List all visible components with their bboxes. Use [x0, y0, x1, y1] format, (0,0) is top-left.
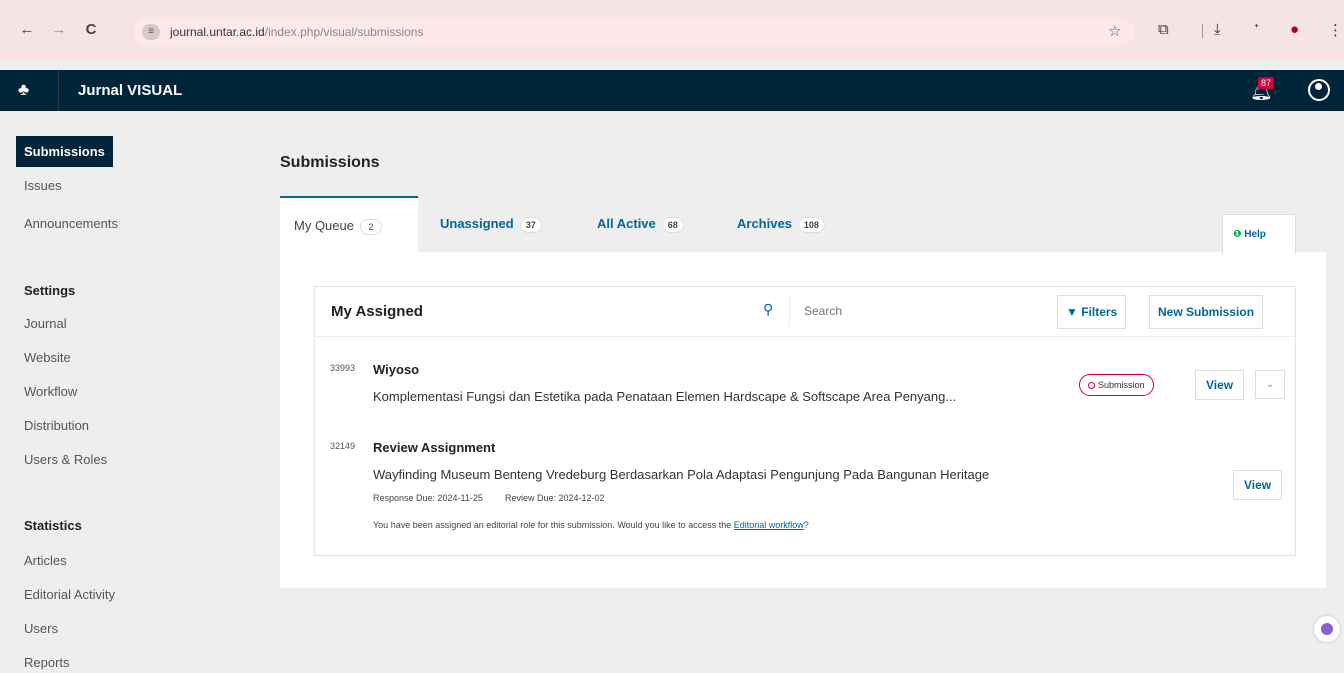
stage-ring-icon — [1088, 382, 1095, 390]
sidebar-item-reports[interactable]: Reports — [24, 655, 70, 670]
tab-count: 68 — [661, 217, 684, 233]
stage-badge: Submission — [1079, 374, 1154, 396]
sidebar-item-workflow[interactable]: Workflow — [24, 384, 77, 399]
browser-toolbar: ← → C ≡ journal.untar.ac.id/index.php/vi… — [0, 0, 1344, 60]
back-button[interactable]: ← — [18, 21, 36, 39]
sidebar-item-articles[interactable]: Articles — [24, 553, 67, 568]
submission-id: 32149 — [330, 441, 356, 451]
sidebar-heading-settings: Settings — [24, 283, 76, 298]
tab-count: 2 — [359, 219, 382, 235]
new-submission-button[interactable]: New Submission — [1149, 295, 1264, 329]
sidebar-item-submissions[interactable]: Submissions — [16, 136, 113, 167]
submission-title: Wayfinding Museum Benteng Vredeburg Berd… — [373, 467, 990, 482]
tab-archives[interactable]: Archives 108 — [737, 196, 825, 252]
search-input[interactable] — [789, 295, 1057, 327]
tab-label: My Queue — [294, 218, 354, 233]
sidebar-item-issues[interactable]: Issues — [24, 178, 62, 193]
list-header: My Assigned ⚲ ▼ Filters New Submission — [315, 287, 1295, 337]
sidebar-item-editorial-activity[interactable]: Editorial Activity — [24, 587, 115, 602]
submission-author: Wiyoso — [373, 362, 420, 377]
sidebar-item-journal[interactable]: Journal — [24, 316, 67, 331]
editorial-notice: You have been assigned an editorial role… — [373, 520, 809, 530]
bookmark-star-icon[interactable]: ☆ — [1108, 22, 1121, 40]
submission-title: Komplementasi Fungsi dan Estetika pada P… — [373, 389, 957, 404]
help-button[interactable]: ❶ Help — [1222, 214, 1296, 254]
notice-text: You have been assigned an editorial role… — [373, 520, 732, 530]
stage-label: Submission — [1098, 380, 1145, 390]
sidebar-item-announcements[interactable]: Announcements — [24, 216, 118, 231]
my-assigned-list: My Assigned ⚲ ▼ Filters New Submission 3… — [314, 286, 1296, 556]
review-due: Review Due: 2024-12-02 — [505, 493, 605, 503]
filters-label: Filters — [1081, 305, 1118, 319]
list-title: My Assigned — [331, 303, 423, 320]
filters-button[interactable]: ▼ Filters — [1057, 295, 1127, 329]
sidebar-item-distribution[interactable]: Distribution — [24, 418, 89, 433]
profile-icon[interactable]: ● — [1290, 21, 1299, 38]
tab-label: Archives — [737, 216, 792, 231]
help-icon: ❶ — [1233, 229, 1242, 240]
view-button[interactable]: View — [1195, 370, 1245, 400]
sitemap-icon[interactable]: ♣ — [18, 80, 29, 100]
editorial-workflow-link[interactable]: Editorial workflow — [734, 520, 804, 530]
notice-end: ? — [803, 520, 809, 530]
response-due: Response Due: 2024-11-25 — [373, 493, 483, 503]
journal-title[interactable]: Jurnal VISUAL — [78, 82, 182, 99]
notifications-button[interactable]: 🔔︎ 87 — [1250, 77, 1275, 103]
translate-icon[interactable]: ᐩ — [1254, 21, 1259, 37]
sidebar-item-users-roles[interactable]: Users & Roles — [24, 452, 107, 467]
sidebar: Submissions Issues Announcements Setting… — [0, 111, 250, 673]
toolbar-divider — [1202, 24, 1203, 38]
tab-label: Unassigned — [440, 216, 514, 231]
url-text[interactable]: journal.untar.ac.id/index.php/visual/sub… — [170, 25, 423, 39]
tab-count: 108 — [797, 217, 825, 233]
sidebar-item-website[interactable]: Website — [24, 350, 71, 365]
assistant-float-icon[interactable] — [1314, 616, 1340, 642]
help-label: Help — [1244, 229, 1266, 240]
tab-my-queue[interactable]: My Queue 2 — [280, 196, 418, 252]
sidebar-item-users[interactable]: Users — [24, 621, 58, 636]
reload-button[interactable]: C — [82, 21, 100, 39]
extensions-icon[interactable]: ⧉ — [1158, 21, 1169, 38]
forward-button[interactable]: → — [50, 21, 68, 39]
filter-icon: ▼ — [1066, 305, 1078, 319]
site-info-icon[interactable]: ≡ — [142, 24, 160, 40]
expand-chevron-icon[interactable]: ⌄ — [1255, 370, 1286, 399]
search-icon[interactable]: ⚲ — [763, 301, 773, 318]
submission-author: Review Assignment — [373, 440, 496, 455]
tab-count: 37 — [519, 217, 542, 233]
tab-all-active[interactable]: All Active 68 — [597, 196, 684, 252]
tab-unassigned[interactable]: Unassigned 37 — [440, 196, 542, 252]
sidebar-heading-statistics: Statistics — [24, 518, 82, 533]
submission-id: 33993 — [330, 363, 356, 373]
notification-count-badge: 87 — [1258, 77, 1275, 89]
browser-menu-icon[interactable]: ⋮ — [1328, 21, 1343, 39]
user-account-icon[interactable] — [1308, 79, 1330, 101]
download-icon[interactable]: ⤓ — [1214, 21, 1221, 38]
header-divider — [58, 70, 59, 111]
tab-label: All Active — [597, 216, 656, 231]
page-title: Submissions — [280, 154, 380, 171]
app-header: ♣ Jurnal VISUAL 🔔︎ 87 — [0, 70, 1344, 111]
view-button[interactable]: View — [1233, 470, 1283, 500]
